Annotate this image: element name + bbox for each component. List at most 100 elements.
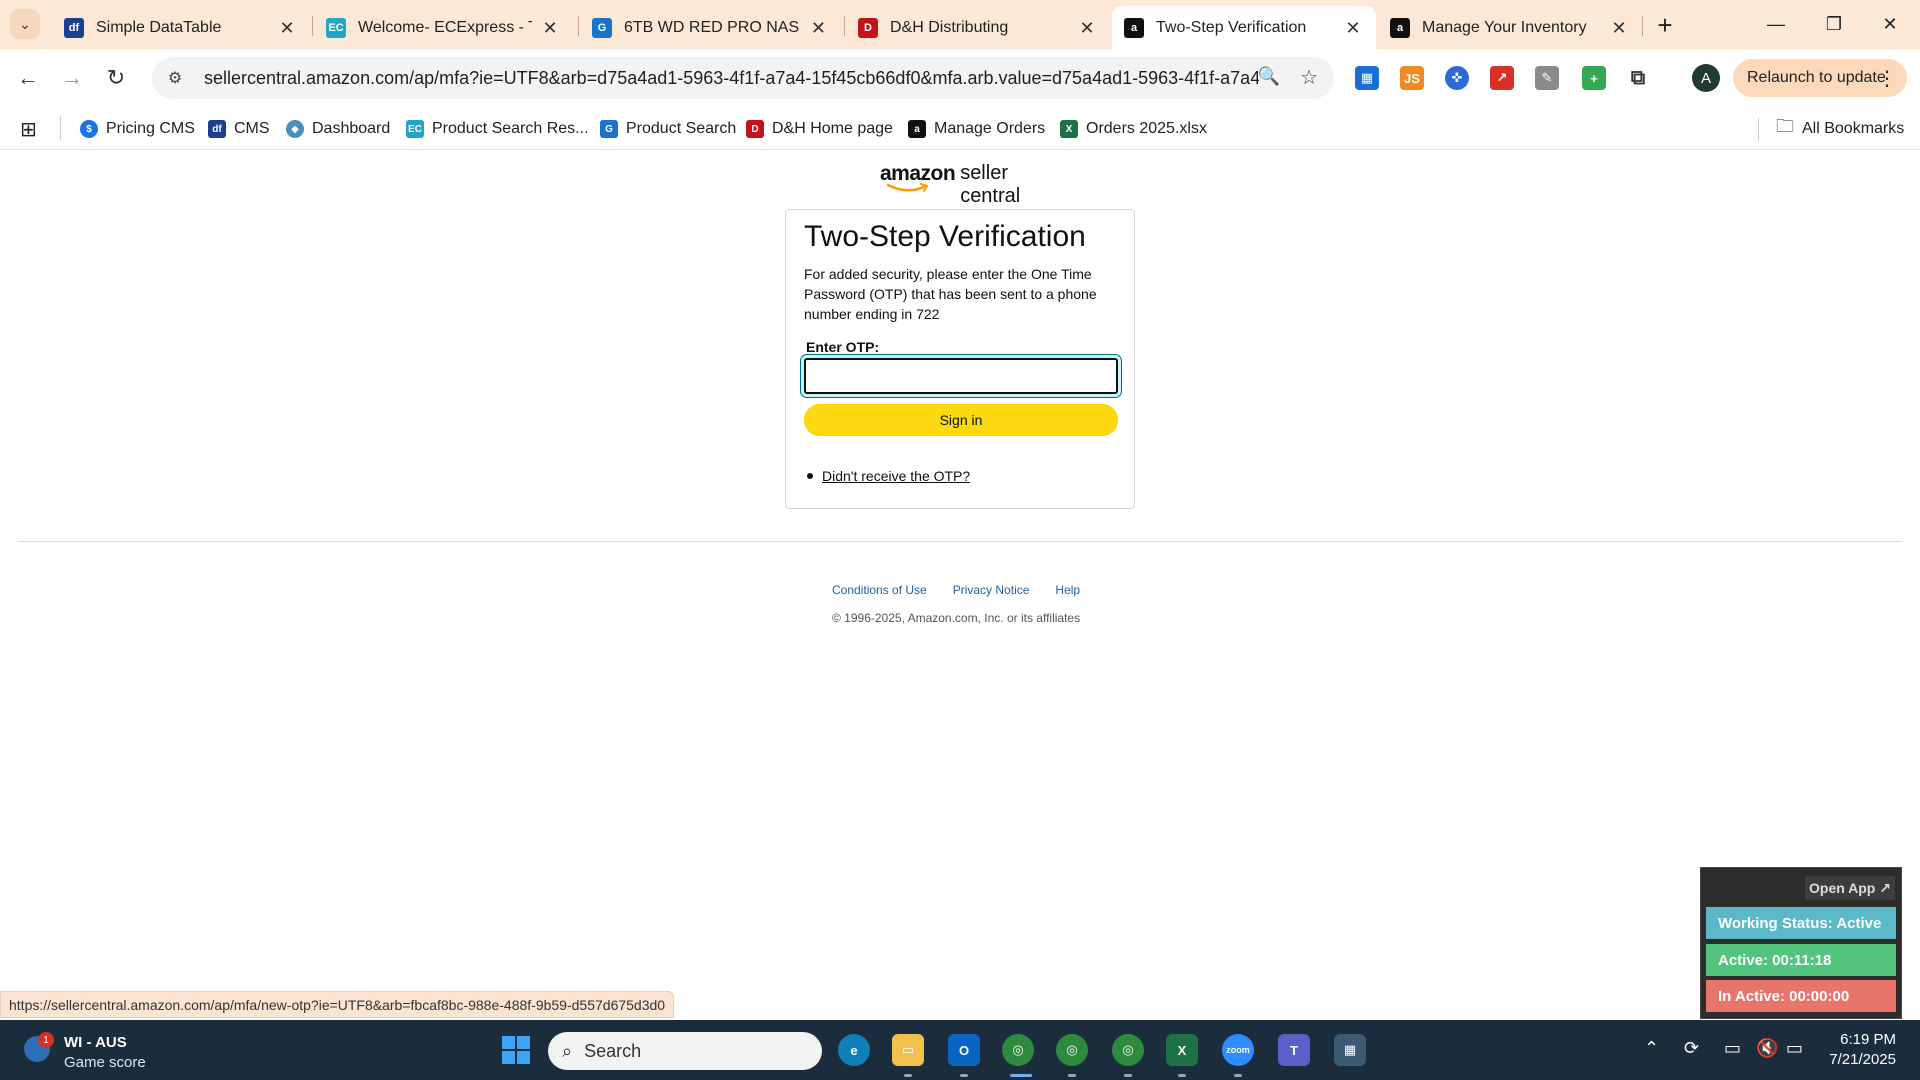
bookmark-dashboard[interactable]: ◆ Dashboard xyxy=(286,116,390,142)
address-bar[interactable]: ⚙ sellercentral.amazon.com/ap/mfa?ie=UTF… xyxy=(152,57,1334,99)
minimize-button[interactable]: — xyxy=(1756,8,1796,40)
bookmark-label: Dashboard xyxy=(312,120,391,137)
bookmark-product-search-res[interactable]: EC Product Search Res... xyxy=(406,116,589,142)
relaunch-label: Relaunch to update xyxy=(1747,69,1886,86)
resend-otp-link[interactable]: Didn't receive the OTP? xyxy=(822,468,970,484)
chrome-profile-icon[interactable]: ◎ xyxy=(1112,1034,1144,1066)
restore-button[interactable]: ❐ xyxy=(1814,8,1854,40)
dh-favicon-icon: D xyxy=(858,18,878,38)
dashboard-icon: ◆ xyxy=(286,120,304,138)
close-icon[interactable]: ✕ xyxy=(1076,17,1098,39)
otp-label: Enter OTP: xyxy=(806,339,880,355)
tab-simple-datatable[interactable]: df Simple DataTable ✕ xyxy=(52,6,310,50)
sync-icon[interactable]: ⟳ xyxy=(1684,1038,1699,1059)
close-icon[interactable]: ✕ xyxy=(1608,17,1630,39)
bookmark-label: Orders 2025.xlsx xyxy=(1086,120,1207,137)
notification-badge: 1 xyxy=(38,1032,54,1048)
footer-divider xyxy=(18,541,1902,542)
chevron-down-icon: ⌄ xyxy=(19,15,31,32)
battery-icon[interactable]: ▭ xyxy=(1786,1038,1803,1059)
tab-ecexpress[interactable]: EC Welcome- ECExpress - TD ✕ xyxy=(314,6,572,50)
pen-extension-icon[interactable]: ✎ xyxy=(1535,66,1559,90)
close-window-button[interactable]: ✕ xyxy=(1870,8,1910,40)
tab-title: D&H Distributing xyxy=(890,19,1009,36)
sign-in-button[interactable]: Sign in xyxy=(804,404,1118,436)
close-icon[interactable]: ✕ xyxy=(1342,17,1364,39)
outlook-icon[interactable]: O xyxy=(948,1034,980,1066)
plus-extension-icon[interactable]: + xyxy=(1582,66,1606,90)
new-tab-button[interactable]: + xyxy=(1650,10,1680,40)
profile-avatar[interactable]: A xyxy=(1692,64,1720,92)
search-icon: ⌕ xyxy=(562,1040,573,1061)
url-text[interactable]: sellercentral.amazon.com/ap/mfa?ie=UTF8&… xyxy=(204,68,1259,89)
pdf-extension-icon[interactable]: ↗ xyxy=(1490,66,1514,90)
edge-icon[interactable]: e xyxy=(838,1034,870,1066)
puzzle-icon[interactable]: ⧉ xyxy=(1626,66,1650,90)
bookmark-cms[interactable]: df CMS xyxy=(208,116,270,142)
back-button[interactable]: ← xyxy=(12,62,44,94)
more-vert-icon: ⋮ xyxy=(1877,68,1897,90)
bookmark-label: All Bookmarks xyxy=(1802,120,1905,137)
taskbar-search[interactable]: ⌕ Search xyxy=(548,1032,822,1070)
tab-two-step-verification[interactable]: a Two-Step Verification ✕ xyxy=(1112,6,1376,50)
tab-title: Two-Step Verification xyxy=(1156,19,1307,36)
forward-button[interactable]: → xyxy=(56,62,88,94)
tab-wd-red-pro[interactable]: G 6TB WD RED PRO NAS HA ✕ xyxy=(580,6,840,50)
conditions-of-use-link[interactable]: Conditions of Use xyxy=(832,583,927,597)
teams-icon[interactable]: T xyxy=(1278,1034,1310,1066)
bookmark-manage-orders[interactable]: a Manage Orders xyxy=(908,116,1045,142)
apps-grid-button[interactable]: ⊞ xyxy=(20,116,37,142)
chevron-up-icon[interactable]: ⌃ xyxy=(1644,1038,1659,1059)
bookmark-dh-home[interactable]: D D&H Home page xyxy=(746,116,893,142)
amazon-favicon-icon: a xyxy=(1124,18,1144,38)
chrome-profile-icon[interactable]: ◎ xyxy=(1056,1034,1088,1066)
bookmark-pricing-cms[interactable]: $ Pricing CMS xyxy=(80,116,195,142)
zoom-icon[interactable]: 🔍 xyxy=(1258,66,1280,87)
js-extension-icon[interactable]: JS xyxy=(1400,66,1424,90)
arrow-left-icon: ← xyxy=(17,65,39,90)
datatable-favicon-icon: df xyxy=(208,120,226,138)
search-label: Search xyxy=(584,1040,642,1061)
close-icon[interactable]: ✕ xyxy=(540,17,560,39)
close-icon[interactable]: ✕ xyxy=(809,17,828,39)
network-extension-icon[interactable]: ✜ xyxy=(1445,66,1469,90)
bookmark-star-icon[interactable]: ☆ xyxy=(1300,65,1318,90)
grid-icon: ⊞ xyxy=(20,118,37,141)
datatable-favicon-icon: df xyxy=(64,18,84,38)
excel-icon[interactable]: X xyxy=(1166,1034,1198,1066)
tab-search-button[interactable]: ⌄ xyxy=(10,9,40,39)
product-favicon-icon: G xyxy=(592,18,612,38)
amazon-favicon-icon: a xyxy=(908,120,926,138)
tab-dh-distributing[interactable]: D D&H Distributing ✕ xyxy=(846,6,1110,50)
start-button[interactable] xyxy=(502,1036,530,1064)
inactive-time-row: In Active: 00:00:00 xyxy=(1706,980,1896,1012)
weather-widget[interactable]: 1 WI - AUS Game score xyxy=(24,1028,164,1072)
bookmark-product-search[interactable]: G Product Search xyxy=(600,116,736,142)
file-explorer-icon[interactable]: ▭ xyxy=(892,1034,924,1066)
folder-icon: 🗀 xyxy=(1776,116,1794,136)
otp-input[interactable] xyxy=(804,358,1118,394)
clock-time: 6:19 PM xyxy=(1840,1031,1896,1048)
network-icon[interactable]: ▭ xyxy=(1724,1038,1741,1059)
bookmark-label: CMS xyxy=(234,120,270,137)
clock-date: 7/21/2025 xyxy=(1829,1051,1896,1068)
close-icon[interactable]: ✕ xyxy=(276,17,298,39)
open-app-button[interactable]: Open App ↗ xyxy=(1805,876,1895,900)
minimize-icon: — xyxy=(1767,13,1785,34)
tab-title: Manage Your Inventory xyxy=(1422,19,1587,36)
zoom-app-icon[interactable]: zoom xyxy=(1222,1034,1254,1066)
site-settings-icon[interactable]: ⚙ xyxy=(160,63,190,93)
calculator-icon[interactable]: ▦ xyxy=(1334,1034,1366,1066)
tab-manage-inventory[interactable]: a Manage Your Inventory ✕ xyxy=(1378,6,1642,50)
system-clock[interactable]: 6:19 PM 7/21/2025 xyxy=(1829,1030,1896,1070)
apps-extension-icon[interactable]: ▦ xyxy=(1355,66,1379,90)
all-bookmarks-button[interactable]: 🗀 All Bookmarks xyxy=(1776,116,1904,142)
volume-muted-icon[interactable]: 🔇 xyxy=(1756,1038,1778,1059)
reload-button[interactable]: ↻ xyxy=(100,62,132,94)
relaunch-button[interactable]: Relaunch to update ⋮ xyxy=(1733,59,1907,97)
tab-title: 6TB WD RED PRO NAS HA xyxy=(624,19,801,36)
privacy-notice-link[interactable]: Privacy Notice xyxy=(953,583,1030,597)
help-link[interactable]: Help xyxy=(1055,583,1080,597)
bookmark-orders-xlsx[interactable]: X Orders 2025.xlsx xyxy=(1060,116,1207,142)
chrome-icon[interactable]: ◎ xyxy=(1002,1034,1034,1066)
